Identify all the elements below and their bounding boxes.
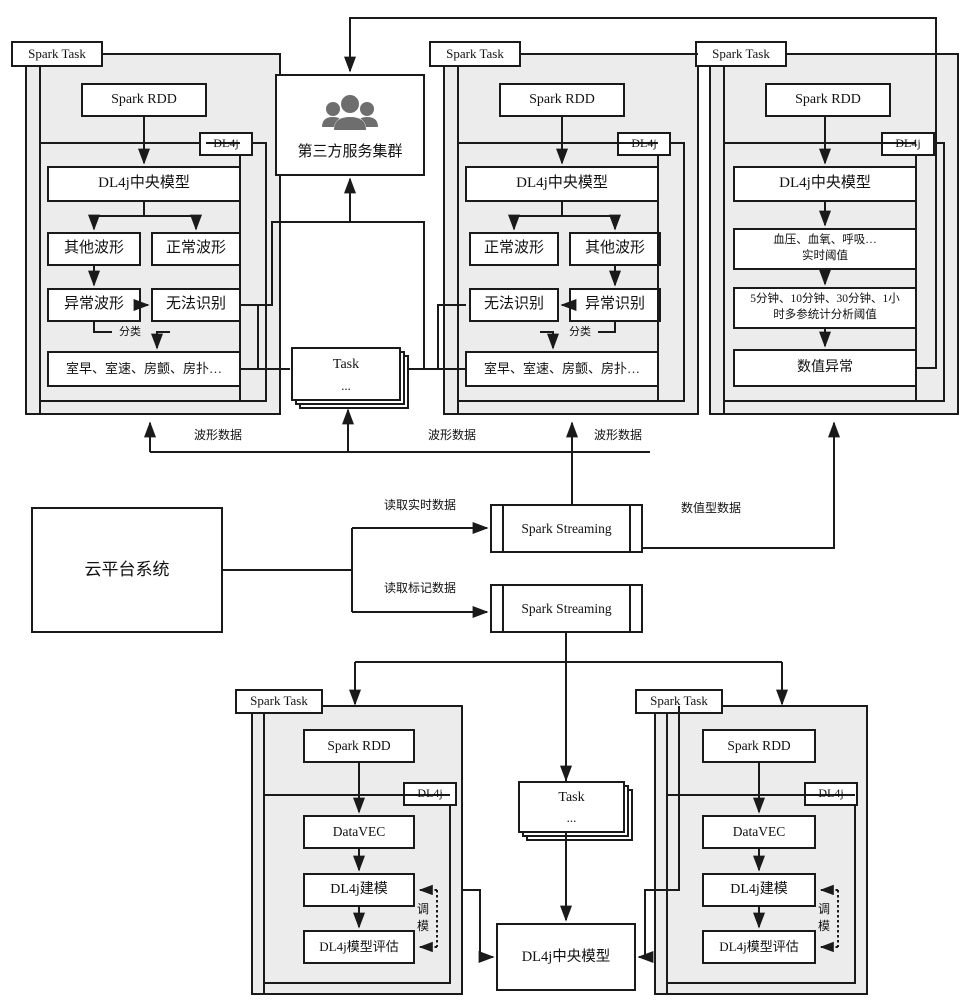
right-spark-task-group	[695, 41, 959, 415]
cloud-platform-group	[31, 507, 489, 633]
task-stack-top-group	[291, 347, 409, 409]
diagram-canvas	[11, 17, 959, 995]
bottom-central-model-group	[496, 923, 636, 991]
spark-streaming-realtime-group	[490, 504, 643, 553]
task-stack-bottom-group	[518, 781, 633, 922]
bottom-left-spark-task-group	[235, 689, 495, 995]
bottom-right-spark-task-group	[635, 689, 868, 995]
spark-streaming-marked-group	[490, 584, 643, 633]
architecture-diagram: Spark Task Spark RDD DL4j DL4j中央模型 其他波形 …	[0, 0, 976, 1000]
